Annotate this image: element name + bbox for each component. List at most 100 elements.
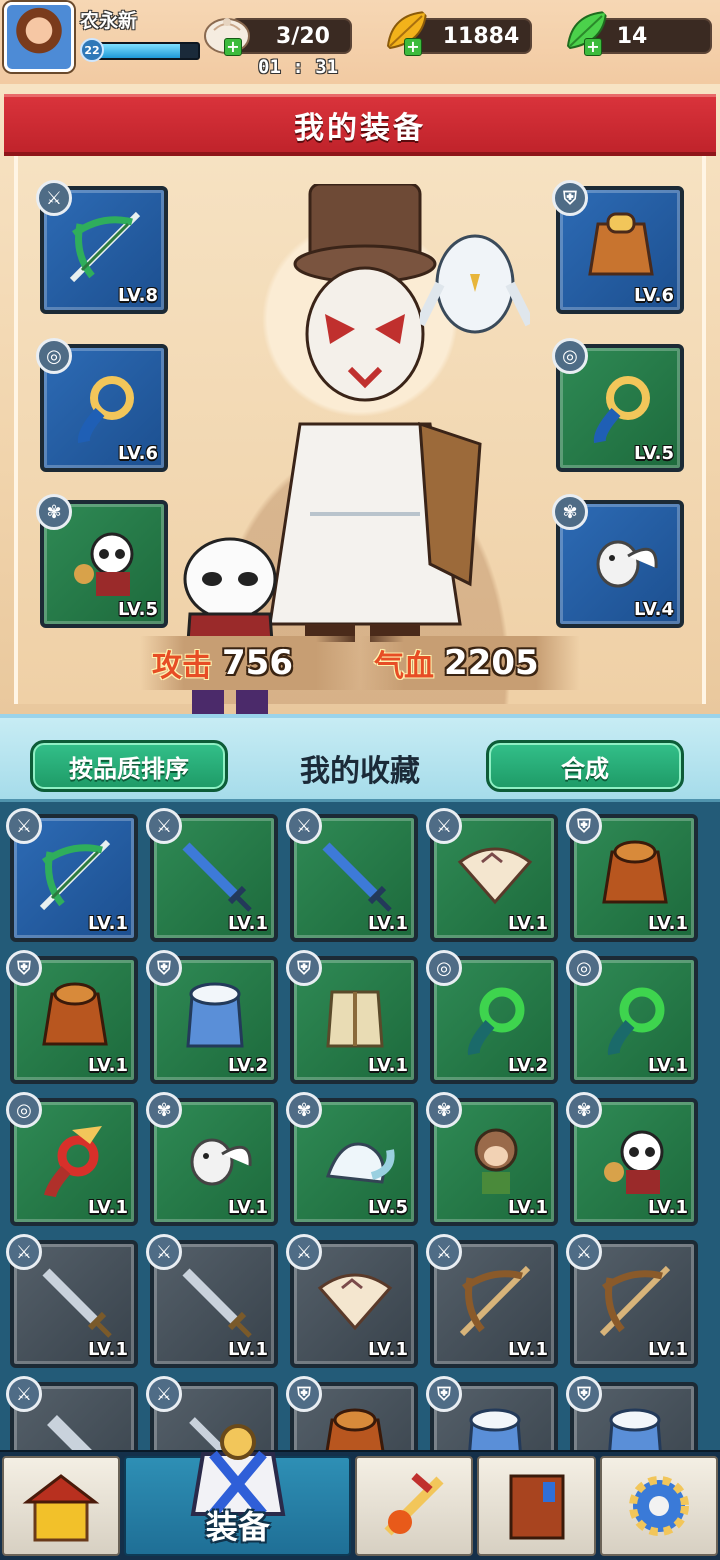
item-level: LV.1 (648, 1197, 688, 1218)
sort-by-quality-button[interactable]: 按品质排序 (30, 740, 228, 792)
attack-value: 756 (222, 643, 293, 683)
collection-item[interactable]: ◎ LV.1 (566, 950, 698, 1084)
collection-item[interactable]: ⚔ LV.1 (286, 1234, 418, 1368)
crossbow-icon (69, 211, 141, 283)
collection-item[interactable]: ⚔ LV.1 (426, 808, 558, 942)
item-level: LV.1 (508, 913, 548, 934)
equip-slot-pet-1[interactable]: ✾ LV.5 (36, 494, 168, 628)
equip-slot-pet-2[interactable]: ✾ LV.4 (552, 494, 684, 628)
collection-title: 我的收藏 (300, 754, 420, 789)
equipment-title: 我的装备 (4, 94, 716, 156)
collection-item[interactable]: ◎ LV.2 (426, 950, 558, 1084)
jade-pendant-icon (77, 376, 134, 444)
panda-pet-icon (74, 532, 134, 596)
wood-crossbow-icon (459, 1265, 531, 1337)
hp-label: 气血 (374, 649, 434, 684)
add-leaf-button[interactable]: + (584, 38, 602, 56)
nav-equipment[interactable]: 装备 (124, 1424, 352, 1556)
shop-icon (22, 1474, 100, 1542)
equip-slot-weapon[interactable]: ⚔ LV.8 (36, 180, 168, 314)
player-avatar[interactable] (4, 2, 74, 72)
nav-label: 装备 (205, 1508, 270, 1546)
equipment-panel: 我的装备 ⚔ LV.8 ⛨ LV.6 ◎ LV.6 ◎ LV.5 ✾ LV.5 ✾ LV.4… (0, 84, 720, 718)
item-level: LV.5 (368, 1197, 408, 1218)
item-level: LV.1 (648, 913, 688, 934)
item-level: LV.2 (228, 1055, 268, 1076)
exp-bar (96, 42, 200, 60)
nav-shop[interactable] (2, 1456, 121, 1556)
collection-item[interactable]: ⛨ LV.1 (6, 950, 138, 1084)
collection-item[interactable]: ⛨ LV.1 (566, 808, 698, 942)
gold-value: 11884 (442, 23, 520, 49)
armor-icon (588, 212, 654, 276)
top-status-bar: 农永新 22 3/20 + 01 : 31 11884 + 14 + (0, 0, 720, 84)
collection-item[interactable]: ✾ LV.1 (566, 1092, 698, 1226)
crossbow-icon (39, 839, 111, 911)
item-level: LV.1 (368, 1055, 408, 1076)
attack-label: 攻击 (152, 649, 212, 684)
item-level: LV.1 (648, 1339, 688, 1360)
collection-item[interactable]: ⚔ LV.1 (566, 1234, 698, 1368)
robe-icon (326, 990, 384, 1048)
nav-weapon-forge[interactable] (355, 1456, 474, 1556)
item-level: LV.1 (368, 1339, 408, 1360)
item-level: LV.6 (118, 443, 158, 464)
green-jade-pendant-icon (607, 987, 665, 1056)
collection-item[interactable]: ⚔ LV.1 (6, 1234, 138, 1368)
collection-item[interactable]: ◎ LV.1 (6, 1092, 138, 1226)
collection-header: 按品质排序 我的收藏 合成 (0, 718, 720, 802)
combine-button[interactable]: 合成 (486, 740, 684, 792)
equip-slot-armor[interactable]: ⛨ LV.6 (552, 180, 684, 314)
collection-item[interactable]: ⚔ LV.1 (146, 1234, 278, 1368)
blue-sword-icon (322, 842, 392, 912)
item-level: LV.1 (368, 913, 408, 934)
collection-item[interactable]: ⛨ LV.1 (286, 950, 418, 1084)
equip-slot-pendant-1[interactable]: ◎ LV.6 (36, 338, 168, 472)
white-bird-pet-icon (190, 1138, 252, 1186)
item-level: LV.2 (508, 1055, 548, 1076)
player-level-badge: 22 (80, 38, 104, 62)
collection-item[interactable]: ⚔ LV.1 (6, 808, 138, 942)
item-level: LV.8 (118, 285, 158, 306)
weapon-forge-icon (384, 1472, 444, 1536)
collection-item[interactable]: ⚔ LV.1 (286, 808, 418, 942)
item-level: LV.5 (118, 599, 158, 620)
collection-item[interactable]: ⛨ LV.2 (146, 950, 278, 1084)
red-phoenix-pendant-icon (44, 1126, 102, 1198)
collection-panel: 按品质排序 我的收藏 合成 ⚔ LV.1 ⚔ LV.1 ⚔ LV.1 ⚔ LV.1 ⛨ LV.1 ⛨… (0, 714, 720, 1510)
stamina-timer: 01 : 31 (258, 56, 339, 78)
add-stamina-button[interactable]: + (224, 38, 242, 56)
exp-bar-fill (98, 44, 180, 58)
white-bird-pet-icon (596, 540, 658, 588)
collection-item[interactable]: ✾ LV.1 (426, 1092, 558, 1226)
wood-crossbow-icon (599, 1265, 671, 1337)
item-level: LV.1 (228, 913, 268, 934)
book-icon (509, 1474, 565, 1540)
stamina-value: 3/20 (276, 23, 330, 49)
eagle-companion (420, 234, 530, 334)
player-name: 农永新 (80, 10, 138, 32)
collection-item[interactable]: ⚔ LV.1 (146, 808, 278, 942)
settings-gear-icon (628, 1476, 689, 1536)
hp-value: 2205 (444, 643, 539, 683)
item-level: LV.1 (228, 1339, 268, 1360)
item-level: LV.1 (508, 1339, 548, 1360)
item-level: LV.1 (508, 1197, 548, 1218)
collection-grid: ⚔ LV.1 ⚔ LV.1 ⚔ LV.1 ⚔ LV.1 ⛨ LV.1 ⛨ LV.1 ⛨ LV.2 ⛨ LV.1… (6, 808, 710, 1510)
equip-slot-pendant-2[interactable]: ◎ LV.5 (552, 338, 684, 472)
nav-settings-gear[interactable] (599, 1456, 718, 1556)
collection-item[interactable]: ✾ LV.1 (146, 1092, 278, 1226)
fan-icon (317, 1273, 393, 1331)
item-level: LV.1 (88, 1339, 128, 1360)
steel-sword-icon (42, 1268, 112, 1338)
collection-item[interactable]: ✾ LV.5 (286, 1092, 418, 1226)
attack-stat: 攻击 756 (140, 636, 360, 690)
cape-armor-icon (602, 840, 668, 904)
nav-book[interactable] (477, 1456, 596, 1556)
item-level: LV.1 (228, 1197, 268, 1218)
collection-item[interactable]: ⚔ LV.1 (426, 1234, 558, 1368)
add-gold-button[interactable]: + (404, 38, 422, 56)
panda-companion (183, 537, 277, 718)
item-level: LV.1 (88, 913, 128, 934)
hp-stat: 气血 2205 (360, 636, 580, 690)
